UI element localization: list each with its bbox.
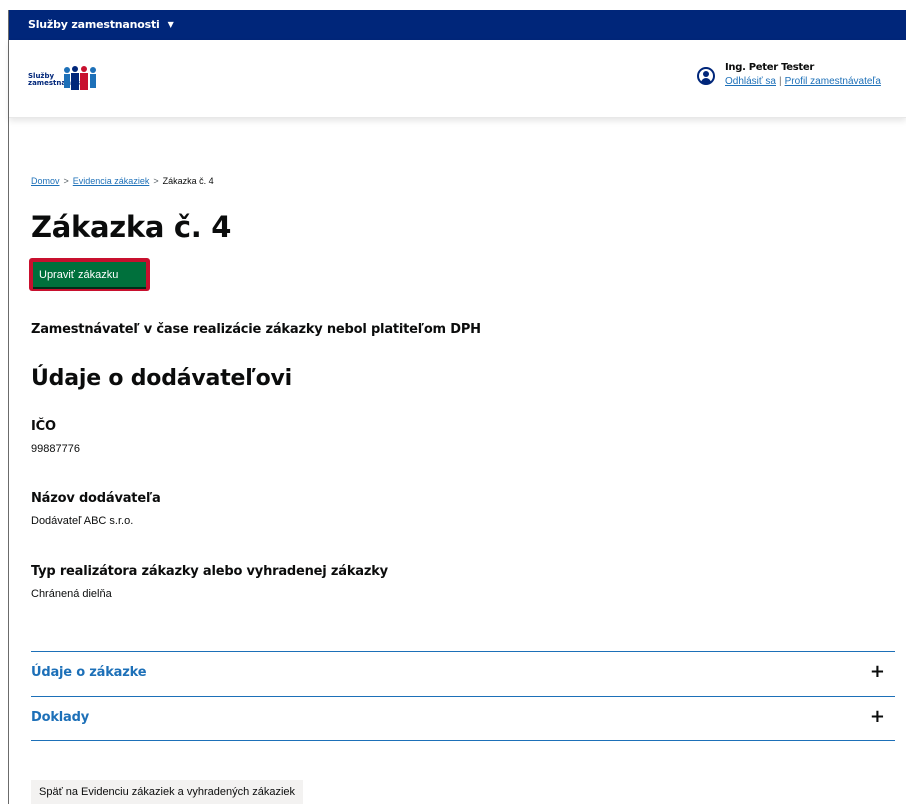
realizer-type-label: Typ realizátora zákazky alebo vyhradenej… xyxy=(31,564,388,579)
top-bar: Služby zamestnanosti ▼ xyxy=(9,10,906,40)
supplier-section-title: Údaje o dodávateľovi xyxy=(31,366,292,391)
back-button[interactable]: Späť na Evidenciu zákaziek a vyhradených… xyxy=(31,780,304,804)
realizer-type-value: Chránená dielňa xyxy=(31,588,112,600)
logo[interactable]: Služby zamestnanosti xyxy=(28,66,108,94)
breadcrumb-orders[interactable]: Evidencia zákaziek xyxy=(73,176,150,186)
user-name: Ing. Peter Tester xyxy=(725,62,814,73)
supplier-name-value: Dodávateľ ABC s.r.o. xyxy=(31,515,134,527)
accordion-item-order-details[interactable]: Údaje o zákazke + xyxy=(31,651,895,696)
profile-link[interactable]: Profil zamestnávateľa xyxy=(785,76,881,87)
user-panel: Ing. Peter Tester Odhlásiť sa | Profil zam… xyxy=(697,62,906,96)
accordion-title: Údaje o zákazke xyxy=(31,665,147,680)
edit-button-highlight: Upraviť zákazku xyxy=(29,258,150,291)
plus-icon: + xyxy=(869,661,885,682)
edit-order-button[interactable]: Upraviť zákazku xyxy=(33,262,146,287)
logout-link[interactable]: Odhlásiť sa xyxy=(725,76,776,87)
breadcrumb-separator: > xyxy=(153,176,159,186)
site-header: Služby zamestnanosti Ing. Peter Tester O… xyxy=(9,40,906,118)
ico-value: 99887776 xyxy=(31,443,80,455)
brand-menu[interactable]: Služby zamestnanosti ▼ xyxy=(28,18,174,31)
caret-down-icon: ▼ xyxy=(167,20,174,29)
breadcrumb-current: Zákazka č. 4 xyxy=(162,176,214,186)
link-separator: | xyxy=(779,76,782,87)
user-links: Odhlásiť sa | Profil zamestnávateľa xyxy=(725,76,881,87)
accordion-item-documents[interactable]: Doklady + xyxy=(31,696,895,741)
page-title: Zákazka č. 4 xyxy=(31,210,232,244)
supplier-name-label: Názov dodávateľa xyxy=(31,491,161,506)
brand-label: Služby zamestnanosti xyxy=(28,18,160,31)
breadcrumb-home[interactable]: Domov xyxy=(31,176,60,186)
breadcrumb: Domov > Evidencia zákaziek > Zákazka č. 4 xyxy=(31,176,214,186)
dph-note: Zamestnávateľ v čase realizácie zákazky … xyxy=(31,322,481,337)
accordion: Údaje o zákazke + Doklady + xyxy=(31,651,895,741)
logo-people-icon xyxy=(64,66,96,90)
breadcrumb-separator: > xyxy=(63,176,69,186)
user-circle-icon xyxy=(697,67,715,85)
accordion-title: Doklady xyxy=(31,710,89,725)
ico-label: IČO xyxy=(31,419,56,434)
plus-icon: + xyxy=(869,706,885,727)
